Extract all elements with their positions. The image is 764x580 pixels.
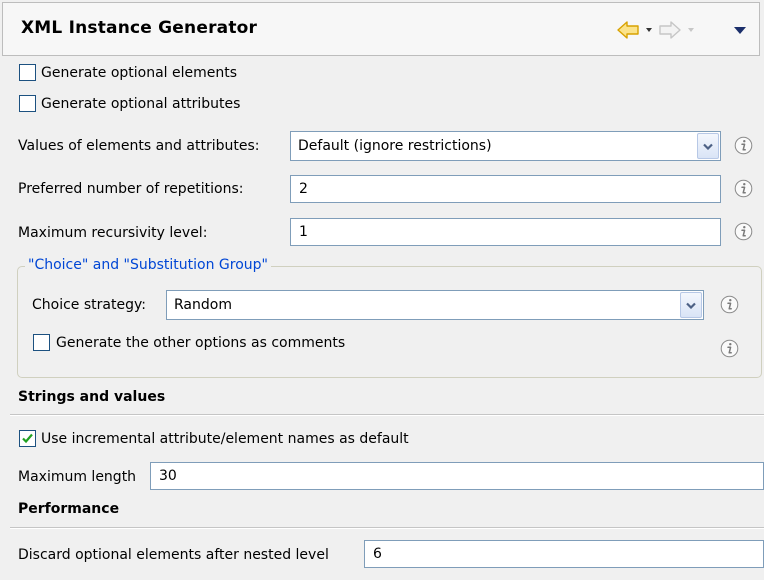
forward-arrow-icon	[659, 21, 681, 39]
choice-strategy-dropdown-button[interactable]	[680, 292, 702, 318]
values-mode-label: Values of elements and attributes:	[18, 138, 260, 154]
recursivity-input[interactable]: 1	[290, 218, 721, 246]
performance-section-title: Performance	[18, 501, 120, 517]
incremental-names-label: Use incremental attribute/element names …	[41, 431, 409, 447]
info-icon[interactable]	[734, 179, 753, 198]
choice-strategy-label: Choice strategy:	[32, 297, 146, 313]
section-divider	[10, 527, 764, 529]
back-arrow-icon	[617, 21, 639, 39]
forward-button[interactable]	[657, 17, 683, 43]
discard-level-label: Discard optional elements after nested l…	[18, 547, 329, 563]
incremental-names-checkbox[interactable]	[19, 430, 36, 447]
view-menu-icon	[734, 26, 746, 34]
values-mode-dropdown-button[interactable]	[697, 133, 719, 159]
view-title: XML Instance Generator	[21, 18, 258, 38]
checkmark-icon	[22, 433, 33, 444]
view-header: XML Instance Generator	[2, 2, 760, 56]
back-history-dropdown[interactable]	[643, 17, 655, 43]
max-length-label: Maximum length	[18, 469, 137, 485]
generate-optional-attributes-label: Generate optional attributes	[41, 96, 241, 112]
comments-option-label: Generate the other options as comments	[56, 335, 346, 351]
choice-group-title: "Choice" and "Substitution Group"	[25, 257, 271, 273]
discard-level-input[interactable]: 6	[364, 540, 764, 568]
strings-section-title: Strings and values	[18, 389, 166, 405]
info-icon[interactable]	[720, 339, 739, 358]
info-icon[interactable]	[734, 136, 753, 155]
repetitions-label: Preferred number of repetitions:	[18, 181, 244, 197]
chevron-down-icon	[703, 143, 713, 150]
chevron-down-icon	[688, 28, 694, 32]
generate-optional-elements-checkbox[interactable]	[19, 64, 36, 81]
repetitions-input[interactable]: 2	[290, 175, 721, 203]
forward-history-dropdown[interactable]	[685, 17, 697, 43]
max-length-input[interactable]: 30	[150, 462, 764, 490]
values-mode-selected: Default (ignore restrictions)	[298, 138, 492, 154]
view-menu-button[interactable]	[731, 17, 749, 43]
choice-strategy-select[interactable]: Random	[166, 290, 704, 320]
choice-strategy-selected: Random	[174, 297, 232, 313]
info-icon[interactable]	[734, 222, 753, 241]
recursivity-label: Maximum recursivity level:	[18, 225, 208, 241]
values-mode-select[interactable]: Default (ignore restrictions)	[290, 131, 721, 161]
choice-group-box	[17, 266, 762, 378]
generate-optional-elements-label: Generate optional elements	[41, 65, 238, 81]
comments-option-checkbox[interactable]	[33, 334, 50, 351]
info-icon[interactable]	[720, 295, 739, 314]
generate-optional-attributes-checkbox[interactable]	[19, 95, 36, 112]
section-divider	[10, 414, 764, 416]
chevron-down-icon	[686, 302, 696, 309]
chevron-down-icon	[646, 28, 652, 32]
back-button[interactable]	[615, 17, 641, 43]
